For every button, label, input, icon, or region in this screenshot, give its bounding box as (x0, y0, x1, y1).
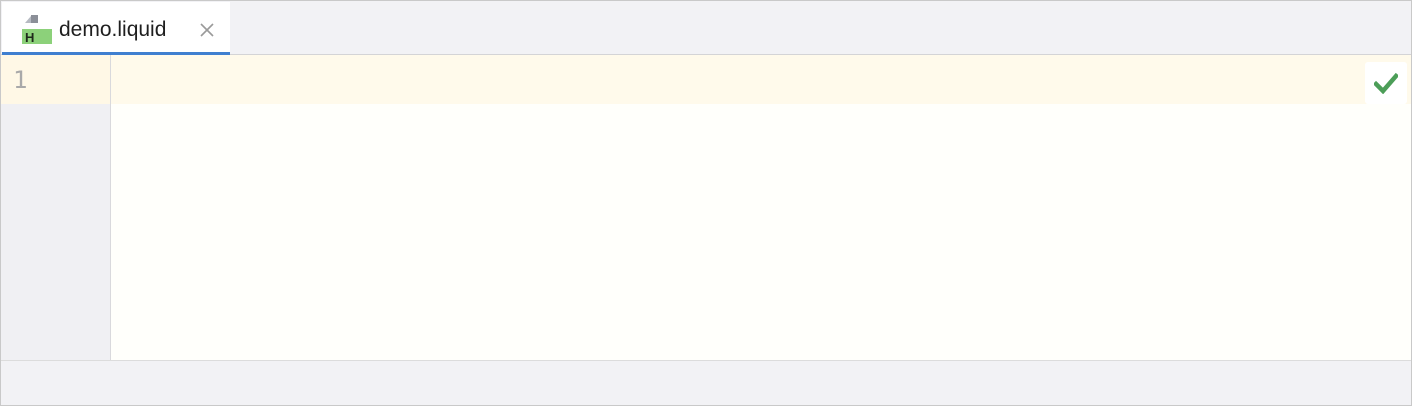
line-number-gutter[interactable]: 1 (1, 55, 111, 360)
status-bar (1, 361, 1411, 405)
editor-tab-bar: H demo.liquid (1, 1, 1411, 56)
line-number: 1 (13, 66, 28, 94)
tab-demo-liquid[interactable]: H demo.liquid (2, 2, 230, 56)
ide-window: H demo.liquid 1 (0, 0, 1412, 406)
liquid-file-icon: H (21, 14, 53, 46)
file-icon-badge-text: H (25, 30, 34, 45)
code-editor[interactable]: 1 (1, 55, 1411, 361)
tab-label: demo.liquid (59, 18, 167, 41)
current-line-highlight (1, 55, 1411, 104)
check-icon (1372, 72, 1400, 95)
inspection-status-widget[interactable] (1365, 62, 1407, 104)
close-icon[interactable] (197, 20, 217, 40)
